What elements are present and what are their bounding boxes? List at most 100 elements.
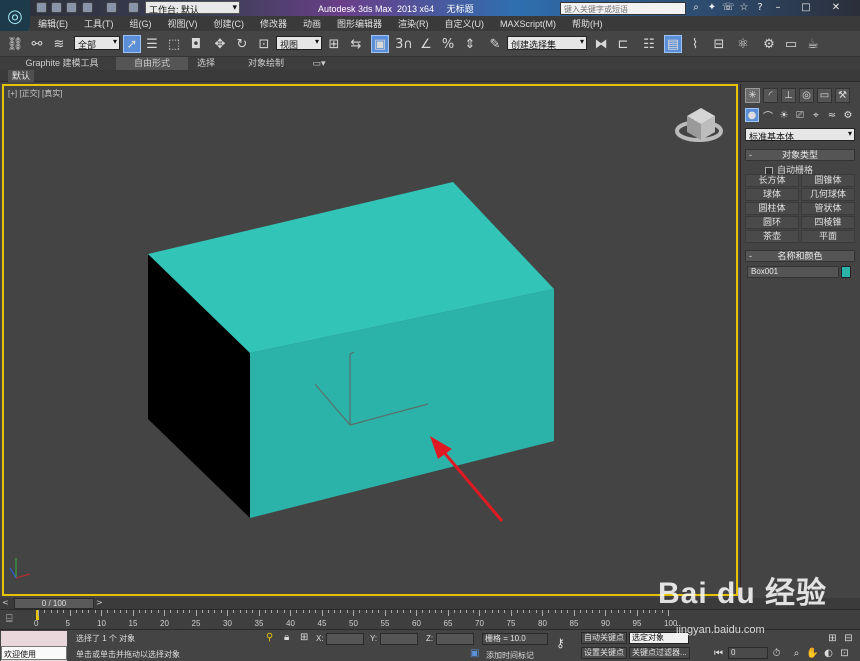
key-filters-button[interactable]: 关键点过滤器...: [629, 647, 690, 659]
object-category-select[interactable]: 标准基本体 ▾: [745, 128, 855, 142]
space-warps-icon[interactable]: ≈: [825, 108, 839, 122]
menu-graph-editors[interactable]: 图形编辑器: [329, 17, 390, 30]
angle-snap-icon[interactable]: ∠: [417, 35, 435, 53]
rendered-frame-window-icon[interactable]: ▭: [782, 35, 800, 53]
maximize-icon[interactable]: □: [800, 2, 812, 14]
zoom-extents-icon[interactable]: ⊞: [826, 632, 839, 645]
maximize-viewport-icon[interactable]: ⊡: [838, 647, 851, 660]
schematic-view-icon[interactable]: ⊟: [710, 35, 728, 53]
keyboard-shortcut-override-icon[interactable]: ▣: [371, 35, 389, 53]
workspace-select[interactable]: 工作台: 默认 ▾: [145, 1, 240, 15]
pyramid-button[interactable]: 四棱锥: [801, 216, 855, 229]
new-file-icon[interactable]: [36, 2, 47, 13]
menu-views[interactable]: 视图(V): [160, 17, 206, 30]
time-tag-icon[interactable]: ▣: [470, 648, 479, 659]
favorites-icon[interactable]: ☆: [738, 2, 750, 14]
selection-filter-select[interactable]: 全部 ▾: [74, 36, 120, 50]
shapes-icon[interactable]: ⌒: [761, 108, 775, 123]
render-setup-icon[interactable]: ⚙: [760, 35, 778, 53]
maxscript-mini-listener[interactable]: 欢迎使用 MAXSc: [1, 646, 67, 661]
align-icon[interactable]: ⊏: [614, 35, 632, 53]
menu-modifiers[interactable]: 修改器: [252, 17, 295, 30]
spinner-snap-icon[interactable]: ⇕: [461, 35, 479, 53]
pan-view-icon[interactable]: ✋: [806, 647, 819, 660]
set-key-button[interactable]: 设置关键点: [581, 647, 627, 659]
systems-icon[interactable]: ⚙: [841, 108, 855, 122]
motion-tab-icon[interactable]: ◎: [799, 88, 814, 103]
zoom-icon[interactable]: ⌕: [790, 647, 803, 660]
cone-button[interactable]: 圆锥体: [801, 174, 855, 187]
key-icon[interactable]: ⚷: [556, 636, 565, 650]
minimize-icon[interactable]: –: [772, 2, 784, 14]
bind-space-warp-icon[interactable]: ≋: [50, 35, 68, 53]
mirror-icon[interactable]: ⧓: [592, 35, 610, 53]
object-type-rollout[interactable]: - 对象类型: [745, 149, 855, 161]
project-folder-icon[interactable]: [128, 2, 139, 13]
name-and-color-rollout[interactable]: - 名称和颜色: [745, 250, 855, 262]
percent-snap-icon[interactable]: %: [439, 35, 457, 53]
object-name-input[interactable]: Box001: [747, 266, 839, 278]
ribbon-subtab-default[interactable]: 默认: [8, 70, 35, 82]
lights-icon[interactable]: ☀: [777, 108, 791, 122]
menu-create[interactable]: 创建(C): [206, 17, 253, 30]
tube-button[interactable]: 管状体: [801, 202, 855, 215]
plane-button[interactable]: 平面: [801, 230, 855, 243]
tab-object-paint[interactable]: 对象绘制: [236, 57, 296, 70]
perspective-viewport[interactable]: [+] [正交] [真实]: [2, 84, 738, 596]
open-file-icon[interactable]: [51, 2, 62, 13]
layer-manager-icon[interactable]: ☷: [640, 35, 658, 53]
chevron-left-icon[interactable]: <: [2, 598, 9, 607]
search-icon[interactable]: ⌕: [690, 2, 702, 14]
mini-curve-editor-icon[interactable]: ⌸: [6, 612, 20, 626]
unlink-icon[interactable]: ⚯: [28, 35, 46, 53]
undo-icon[interactable]: [82, 2, 93, 13]
lock-icon[interactable]: 🔒︎: [284, 632, 289, 643]
pivot-center-icon[interactable]: ⊞: [325, 35, 343, 53]
menu-group[interactable]: 组(G): [122, 17, 160, 30]
modify-tab-icon[interactable]: ◜: [763, 88, 778, 103]
menu-animation[interactable]: 动画: [295, 17, 329, 30]
select-and-move-icon[interactable]: ✥: [211, 35, 229, 53]
tab-freeform[interactable]: 自由形式: [116, 57, 188, 70]
graphite-toggle-icon[interactable]: ▤: [664, 35, 682, 53]
redo-icon[interactable]: [106, 2, 117, 13]
object-color-swatch[interactable]: [841, 266, 851, 278]
menu-tools[interactable]: 工具(T): [76, 17, 122, 30]
render-production-icon[interactable]: ☕: [804, 35, 822, 53]
utilities-tab-icon[interactable]: ⚒: [835, 88, 850, 103]
snaps-toggle-icon[interactable]: 3 ∩: [395, 35, 413, 53]
ribbon-options-icon[interactable]: ▭▾: [308, 57, 330, 70]
cylinder-button[interactable]: 圆柱体: [745, 202, 799, 215]
chevron-right-icon[interactable]: >: [96, 598, 103, 607]
orbit-icon[interactable]: ◐: [822, 647, 835, 660]
save-file-icon[interactable]: [66, 2, 77, 13]
display-tab-icon[interactable]: ▭: [817, 88, 832, 103]
tab-selection[interactable]: 选择: [188, 57, 224, 70]
helpers-icon[interactable]: ⌖: [809, 108, 823, 122]
window-crossing-icon[interactable]: ◘: [187, 35, 205, 53]
z-coordinate-input[interactable]: [436, 633, 474, 645]
auto-key-button[interactable]: 自动关键点: [581, 632, 627, 644]
time-configuration-icon[interactable]: ⏱: [770, 647, 783, 660]
box-button[interactable]: 长方体: [745, 174, 799, 187]
menu-customize[interactable]: 自定义(U): [437, 17, 493, 30]
menu-rendering[interactable]: 渲染(R): [390, 17, 437, 30]
help-icon[interactable]: ?: [754, 2, 766, 14]
absolute-mode-icon[interactable]: ⊞: [300, 632, 308, 643]
material-editor-icon[interactable]: ⚛: [734, 35, 752, 53]
teapot-button[interactable]: 茶壶: [745, 230, 799, 243]
current-frame-input[interactable]: 0: [728, 647, 768, 659]
sphere-button[interactable]: 球体: [745, 188, 799, 201]
communication-icon[interactable]: ☏: [722, 2, 735, 14]
app-logo-icon[interactable]: ◎: [0, 0, 30, 32]
geosphere-button[interactable]: 几何球体: [801, 188, 855, 201]
curve-editor-icon[interactable]: ⌇: [686, 35, 704, 53]
search-input[interactable]: 键入关键字或短语: [560, 2, 686, 15]
time-slider-thumb[interactable]: 0 / 100: [14, 598, 94, 609]
select-object-icon[interactable]: ➚: [123, 35, 141, 53]
named-selection-select[interactable]: 创建选择集 ▾: [507, 36, 587, 50]
menu-help[interactable]: 帮助(H): [564, 17, 611, 30]
close-icon[interactable]: ✕: [830, 2, 842, 14]
subscription-icon[interactable]: ✦: [706, 2, 718, 14]
select-by-name-icon[interactable]: ☰: [143, 35, 161, 53]
